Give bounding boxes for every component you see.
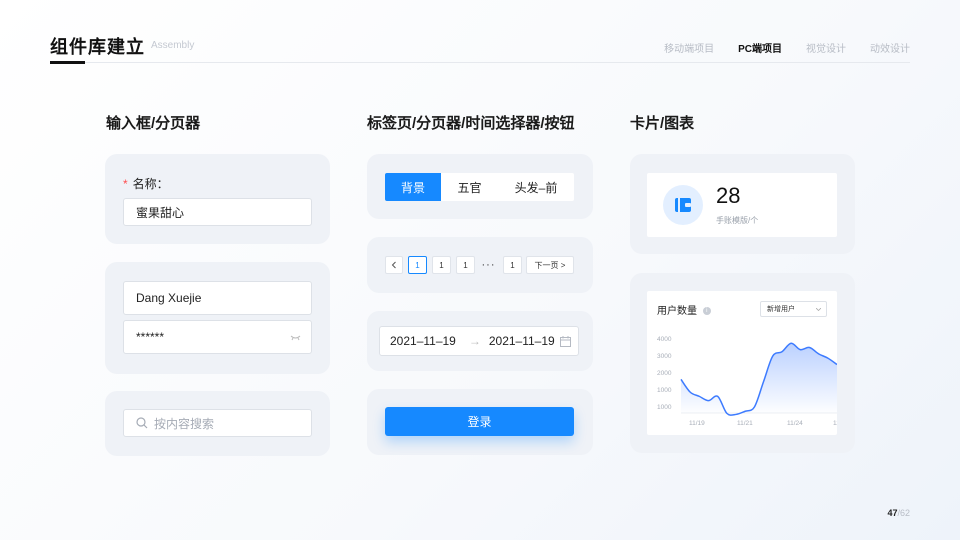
nav-item-motion[interactable]: 动效设计 xyxy=(870,40,910,55)
next-page-button[interactable]: 下一页 > xyxy=(526,256,574,274)
search-icon xyxy=(136,417,148,429)
x-tick-label: 11/21 xyxy=(737,420,753,427)
pagination-card: 1 1 1 ··· 1 下一页 > xyxy=(367,237,593,293)
nav-item-pc[interactable]: PC端项目 xyxy=(738,40,782,55)
page-total: /62 xyxy=(897,508,910,518)
login-form-card: Dang Xuejie ****** xyxy=(105,262,330,374)
tab-facial[interactable]: 五官 xyxy=(441,173,498,201)
notebook-icon xyxy=(675,198,691,212)
date-arrow: → xyxy=(468,334,481,348)
header-accent xyxy=(50,61,85,64)
page-button[interactable]: 1 xyxy=(456,256,475,274)
page-button-active[interactable]: 1 xyxy=(408,256,427,274)
eye-closed-icon[interactable] xyxy=(290,334,301,342)
search-input[interactable]: 按内容搜索 xyxy=(123,409,312,437)
stat-card: 28 手账模版/个 xyxy=(630,154,855,254)
page-button[interactable]: 1 xyxy=(432,256,451,274)
password-field[interactable]: ****** xyxy=(123,320,312,354)
stat-value: 28 xyxy=(716,183,741,208)
login-button[interactable]: 登录 xyxy=(385,407,574,436)
y-tick-label: 3000 xyxy=(657,353,672,360)
calendar-icon xyxy=(559,335,571,347)
chevron-left-icon xyxy=(391,261,396,269)
stat-label: 手账模版/个 xyxy=(716,216,759,225)
x-tick-label: 11/24 xyxy=(787,420,803,427)
tab-bar: 背景 五官 头发–前 xyxy=(385,173,574,201)
password-value: ****** xyxy=(136,330,165,344)
y-tick-label: 1000 xyxy=(657,387,672,394)
date-picker-card: 2021–11–19 → 2021–11–19 xyxy=(367,311,593,371)
required-mark: * xyxy=(123,177,128,191)
stat-panel: 28 手账模版/个 xyxy=(647,173,837,237)
top-nav: 移动端项目 PC端项目 视觉设计 动效设计 xyxy=(664,40,910,55)
stat-icon-bg xyxy=(663,185,703,225)
page-number: 47/62 xyxy=(887,508,910,518)
y-tick-label: 4000 xyxy=(657,336,672,343)
series-area xyxy=(681,343,837,416)
nav-item-mobile[interactable]: 移动端项目 xyxy=(664,40,714,55)
section-title-tabs: 标签页/分页器/时间选择器/按钮 xyxy=(367,115,575,132)
x-tick-label: 11/ xyxy=(833,420,837,427)
y-tick-label: 2000 xyxy=(657,370,672,377)
page-button-last[interactable]: 1 xyxy=(503,256,522,274)
date-range-picker[interactable]: 2021–11–19 → 2021–11–19 xyxy=(379,326,579,356)
section-title-inputs: 输入框/分页器 xyxy=(106,115,201,132)
prev-page-button[interactable] xyxy=(385,256,403,274)
date-start[interactable]: 2021–11–19 xyxy=(390,334,456,348)
username-field[interactable]: Dang Xuejie xyxy=(123,281,312,315)
page-title: 组件库建立 xyxy=(50,37,145,57)
name-label: * 名称： xyxy=(123,177,169,191)
page-current: 47 xyxy=(887,508,898,518)
button-card: 登录 xyxy=(367,389,593,455)
name-field[interactable]: 蜜果甜心 xyxy=(123,198,312,226)
y-tick-label: 1000 xyxy=(657,404,672,411)
search-placeholder: 按内容搜索 xyxy=(154,416,215,431)
search-card: 按内容搜索 xyxy=(105,391,330,456)
date-end[interactable]: 2021–11–19 xyxy=(489,334,555,348)
pagination-ellipsis[interactable]: ··· xyxy=(479,256,498,274)
page-subtitle: Assembly xyxy=(151,40,195,51)
section-title-cards: 卡片/图表 xyxy=(630,115,695,132)
header-divider xyxy=(50,62,910,63)
tabs-card: 背景 五官 头发–前 xyxy=(367,154,593,219)
tab-background[interactable]: 背景 xyxy=(385,173,441,201)
tab-hair-front[interactable]: 头发–前 xyxy=(498,173,574,201)
name-form-card: * 名称： 蜜果甜心 xyxy=(105,154,330,244)
chart-panel: 用户数量 i 新增用户 4000 3000 2000 1000 1000 11/19 11/… xyxy=(647,291,837,435)
x-tick-label: 11/19 xyxy=(689,420,705,427)
nav-item-visual[interactable]: 视觉设计 xyxy=(806,40,846,55)
chart-card: 用户数量 i 新增用户 4000 3000 2000 1000 1000 11/19 11/… xyxy=(630,273,855,453)
area-chart: 4000 3000 2000 1000 1000 11/19 11/21 11/24 11/ xyxy=(657,336,837,427)
